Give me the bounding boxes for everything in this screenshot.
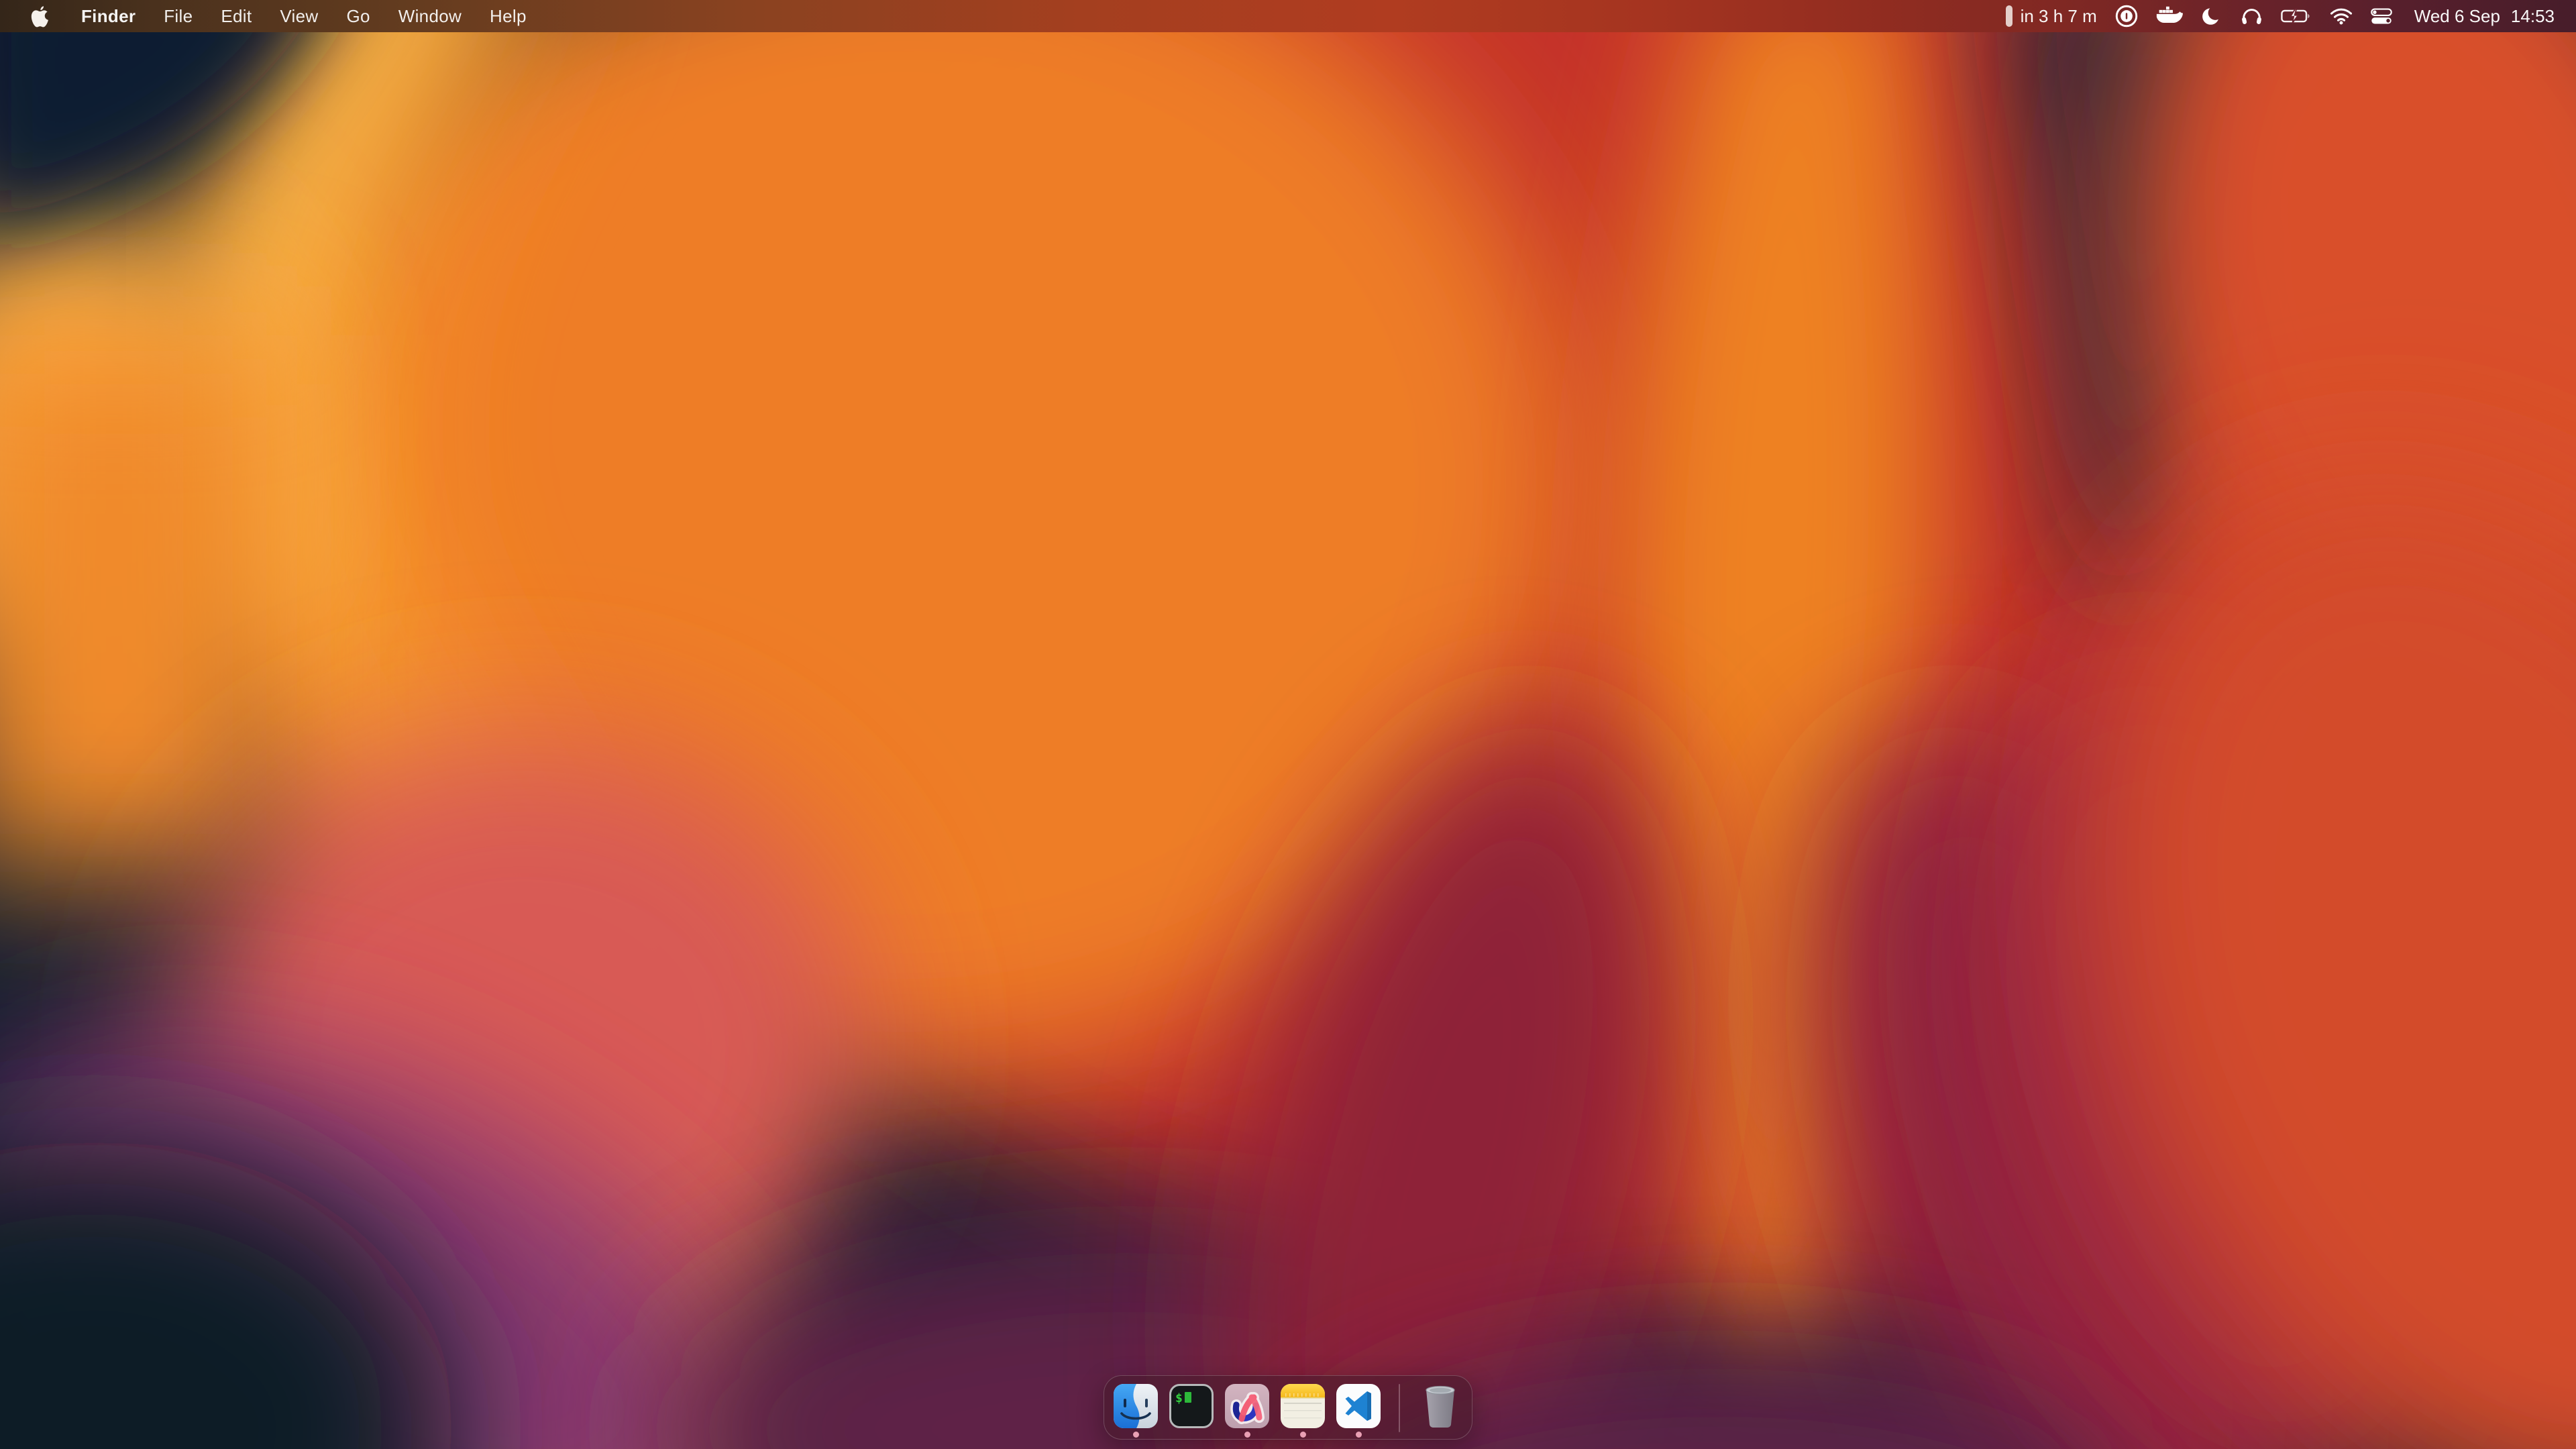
menu-file[interactable]: File	[150, 6, 207, 27]
dock-item-arc-browser[interactable]	[1225, 1384, 1269, 1438]
headphones-icon[interactable]	[2241, 6, 2263, 26]
dock-item-trash[interactable]	[1418, 1384, 1462, 1438]
countdown-pill-icon	[2006, 5, 2012, 27]
wifi-icon[interactable]	[2330, 7, 2353, 25]
1password-icon[interactable]	[2115, 5, 2138, 28]
dock-item-notes[interactable]	[1281, 1384, 1325, 1438]
dock-item-finder[interactable]	[1114, 1384, 1158, 1438]
docker-whale-icon[interactable]	[2156, 6, 2183, 26]
running-indicator	[1300, 1432, 1306, 1438]
menu-bar-status-area: in 3 h 7 m	[2006, 5, 2576, 28]
dock-item-terminal[interactable]: $	[1169, 1384, 1214, 1438]
menu-help[interactable]: Help	[476, 6, 541, 27]
menu-view[interactable]: View	[266, 6, 332, 27]
countdown-status[interactable]: in 3 h 7 m	[2006, 5, 2097, 27]
app-menu-title[interactable]: Finder	[67, 6, 150, 27]
apple-menu[interactable]	[23, 5, 58, 28]
dock: $	[1104, 1375, 1472, 1440]
dock-item-vscode[interactable]	[1336, 1384, 1381, 1438]
battery-charging-icon[interactable]	[2281, 8, 2312, 24]
clock-time: 14:53	[2511, 6, 2555, 27]
running-indicator	[1356, 1432, 1362, 1438]
moon-icon[interactable]	[2201, 5, 2222, 27]
menu-window[interactable]: Window	[384, 6, 476, 27]
menu-bar-clock[interactable]: Wed 6 Sep 14:53	[2414, 6, 2555, 27]
control-center-icon[interactable]	[2371, 8, 2392, 25]
terminal-icon: $	[1169, 1384, 1214, 1428]
arc-browser-icon	[1225, 1384, 1269, 1428]
notes-icon	[1281, 1384, 1325, 1428]
running-indicator	[1244, 1432, 1250, 1438]
menu-go[interactable]: Go	[332, 6, 384, 27]
desktop: Finder File Edit View Go Window Help in …	[0, 0, 2576, 1449]
clock-date: Wed 6 Sep	[2414, 6, 2500, 27]
running-indicator	[1133, 1432, 1139, 1438]
menu-bar: Finder File Edit View Go Window Help in …	[0, 0, 2576, 32]
countdown-text: in 3 h 7 m	[2021, 6, 2097, 27]
vscode-icon	[1336, 1384, 1381, 1428]
apple-logo-icon	[31, 5, 50, 28]
finder-icon	[1114, 1384, 1158, 1428]
trash-icon	[1420, 1383, 1460, 1429]
menu-bar-left: Finder File Edit View Go Window Help	[0, 5, 541, 28]
dock-separator	[1399, 1384, 1400, 1432]
menu-edit[interactable]: Edit	[207, 6, 266, 27]
terminal-prompt: $	[1175, 1391, 1183, 1405]
desktop-wallpaper	[0, 0, 2576, 1449]
